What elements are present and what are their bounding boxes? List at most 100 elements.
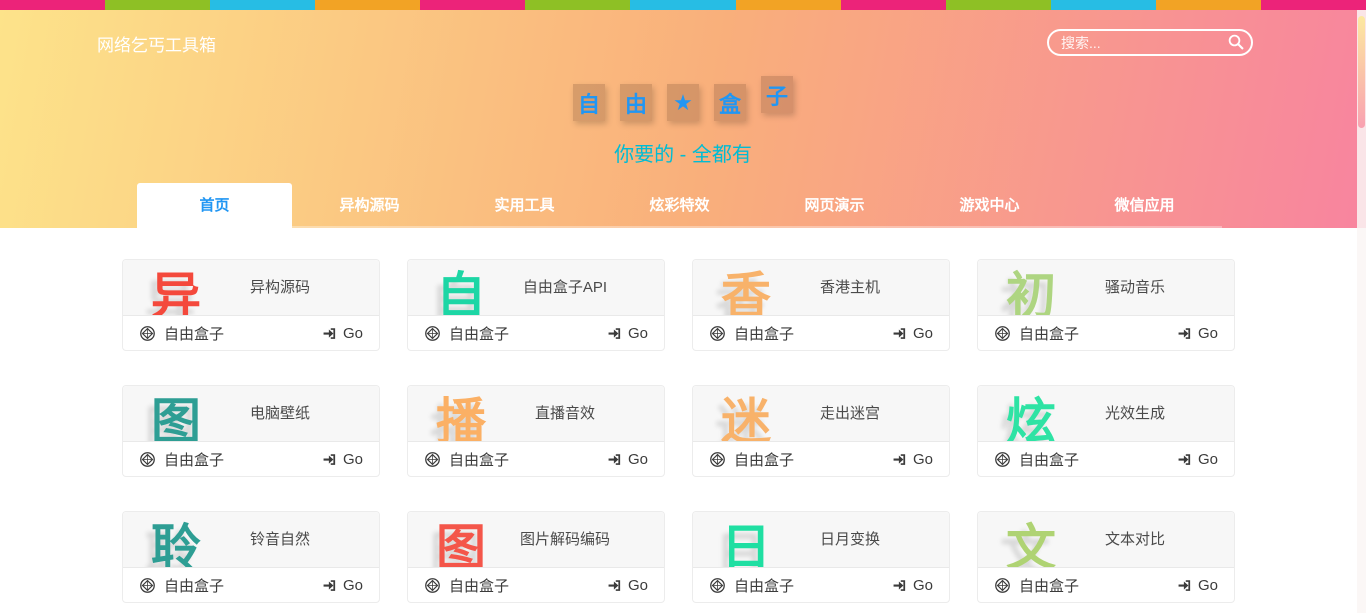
card-glyph: 图 [436, 512, 486, 567]
card-glyph: 初 [1006, 260, 1056, 315]
logo-box: 自 [573, 84, 605, 121]
card-title: 自由盒子API [486, 260, 664, 315]
card-source: 自由盒子 [139, 575, 224, 596]
gem-compass-icon [139, 577, 156, 594]
card-grid: 异 异构源码 自由盒子 Go 自 自由盒子API [122, 259, 1366, 603]
nav-tab-游戏中心[interactable]: 游戏中心 [912, 183, 1067, 228]
card-source-label: 自由盒子 [734, 449, 794, 470]
card-source-label: 自由盒子 [734, 323, 794, 344]
card-source: 自由盒子 [994, 323, 1079, 344]
tool-card[interactable]: 文 文本对比 自由盒子 Go [977, 511, 1235, 603]
card-go-label: Go [628, 325, 648, 342]
content-area: 异 异构源码 自由盒子 Go 自 自由盒子API [0, 228, 1366, 603]
sign-in-arrow-icon [1177, 326, 1192, 341]
card-go-link[interactable]: Go [607, 451, 648, 468]
tool-card[interactable]: 初 骚动音乐 自由盒子 Go [977, 259, 1235, 351]
topbar-segment [1261, 0, 1366, 10]
sign-in-arrow-icon [322, 578, 337, 593]
nav-tab-网页演示[interactable]: 网页演示 [757, 183, 912, 228]
card-source: 自由盒子 [709, 323, 794, 344]
nav-tab-实用工具[interactable]: 实用工具 [447, 183, 602, 228]
card-top: 日 日月变换 [693, 512, 949, 568]
card-go-label: Go [1198, 451, 1218, 468]
card-go-link[interactable]: Go [1177, 451, 1218, 468]
gem-compass-icon [994, 451, 1011, 468]
search-icon[interactable] [1227, 33, 1245, 51]
card-go-link[interactable]: Go [322, 577, 363, 594]
card-go-label: Go [628, 577, 648, 594]
card-footer: 自由盒子 Go [978, 442, 1234, 476]
card-go-label: Go [628, 451, 648, 468]
tool-card[interactable]: 聆 铃音自然 自由盒子 Go [122, 511, 380, 603]
card-go-label: Go [913, 451, 933, 468]
sign-in-arrow-icon [607, 326, 622, 341]
logo-box: ★ [667, 84, 699, 121]
card-top: 异 异构源码 [123, 260, 379, 316]
tool-card[interactable]: 香 香港主机 自由盒子 Go [692, 259, 950, 351]
nav-tab-首页[interactable]: 首页 [137, 183, 292, 228]
card-footer: 自由盒子 Go [408, 442, 664, 476]
topbar-segment [946, 0, 1051, 10]
card-title: 电脑壁纸 [201, 386, 379, 441]
card-source-label: 自由盒子 [449, 323, 509, 344]
topbar-segment [630, 0, 735, 10]
card-go-link[interactable]: Go [607, 325, 648, 342]
card-go-link[interactable]: Go [892, 577, 933, 594]
card-glyph: 图 [151, 386, 201, 441]
site-title: 网络乞丐工具箱 [97, 31, 216, 56]
card-footer: 自由盒子 Go [693, 442, 949, 476]
tool-card[interactable]: 播 直播音效 自由盒子 Go [407, 385, 665, 477]
card-footer: 自由盒子 Go [693, 316, 949, 350]
search-input[interactable] [1047, 29, 1253, 56]
card-source-label: 自由盒子 [734, 575, 794, 596]
card-go-link[interactable]: Go [1177, 577, 1218, 594]
card-go-link[interactable]: Go [607, 577, 648, 594]
card-title: 铃音自然 [201, 512, 379, 567]
card-title: 异构源码 [201, 260, 379, 315]
sign-in-arrow-icon [892, 578, 907, 593]
sign-in-arrow-icon [892, 326, 907, 341]
tool-card[interactable]: 日 日月变换 自由盒子 Go [692, 511, 950, 603]
card-top: 图 电脑壁纸 [123, 386, 379, 442]
topbar-segment [1156, 0, 1261, 10]
gem-compass-icon [709, 325, 726, 342]
card-source: 自由盒子 [139, 323, 224, 344]
tool-card[interactable]: 图 电脑壁纸 自由盒子 Go [122, 385, 380, 477]
tool-card[interactable]: 迷 走出迷宫 自由盒子 Go [692, 385, 950, 477]
nav-tab-微信应用[interactable]: 微信应用 [1067, 183, 1222, 228]
nav-tab-炫彩特效[interactable]: 炫彩特效 [602, 183, 757, 228]
tool-card[interactable]: 异 异构源码 自由盒子 Go [122, 259, 380, 351]
main-nav: 首页异构源码实用工具炫彩特效网页演示游戏中心微信应用 [137, 183, 1222, 228]
scrollbar-thumb[interactable] [1358, 16, 1365, 128]
gem-compass-icon [424, 577, 441, 594]
card-glyph: 播 [436, 386, 486, 441]
topbar-segment [210, 0, 315, 10]
tool-card[interactable]: 自 自由盒子API 自由盒子 Go [407, 259, 665, 351]
card-title: 香港主机 [771, 260, 949, 315]
card-source: 自由盒子 [994, 575, 1079, 596]
topbar-segment [1051, 0, 1156, 10]
card-glyph: 迷 [721, 386, 771, 441]
card-source-label: 自由盒子 [164, 575, 224, 596]
tagline: 你要的 - 全都有 [0, 138, 1366, 167]
search-box [1047, 29, 1253, 56]
gem-compass-icon [709, 577, 726, 594]
card-go-link[interactable]: Go [892, 325, 933, 342]
card-go-link[interactable]: Go [1177, 325, 1218, 342]
card-go-link[interactable]: Go [322, 451, 363, 468]
logo-box: 子 [761, 76, 793, 113]
card-source: 自由盒子 [424, 323, 509, 344]
site-header: 网络乞丐工具箱 自由★盒子 你要的 - 全都有 首页异构源码实用工具炫彩特效网页… [0, 10, 1366, 228]
card-go-link[interactable]: Go [892, 451, 933, 468]
tool-card[interactable]: 炫 光效生成 自由盒子 Go [977, 385, 1235, 477]
scrollbar-track [1357, 10, 1366, 613]
card-title: 光效生成 [1056, 386, 1234, 441]
card-glyph: 聆 [151, 512, 201, 567]
tool-card[interactable]: 图 图片解码编码 自由盒子 Go [407, 511, 665, 603]
card-source: 自由盒子 [709, 575, 794, 596]
card-glyph: 自 [436, 260, 486, 315]
topbar-segment [105, 0, 210, 10]
card-go-link[interactable]: Go [322, 325, 363, 342]
sign-in-arrow-icon [322, 452, 337, 467]
nav-tab-异构源码[interactable]: 异构源码 [292, 183, 447, 228]
